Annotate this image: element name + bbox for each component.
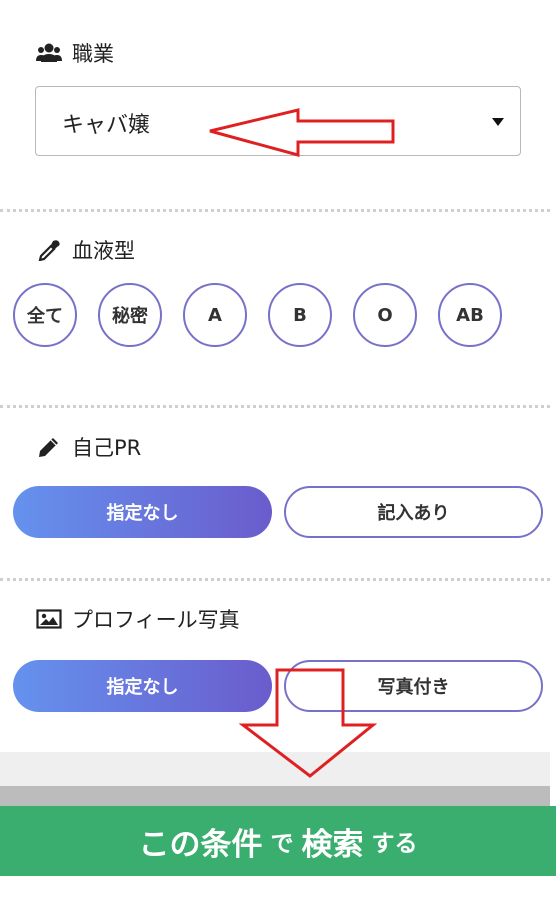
profile-photo-label: プロフィール写真	[72, 608, 240, 632]
search-filter-panel: 職業 キャバ嬢 血液型 全て 秘密 A B O AB 自己PR 指定なし 記入あ…	[0, 0, 550, 752]
profile-photo-option-any[interactable]: 指定なし	[13, 660, 272, 712]
blood-type-heading: 血液型	[36, 235, 135, 265]
footer-spacer	[0, 752, 550, 786]
search-button-text-2: で	[270, 831, 294, 857]
blood-type-option-ab[interactable]: AB	[438, 283, 502, 347]
profile-photo-heading: プロフィール写真	[36, 604, 240, 634]
self-pr-option-written[interactable]: 記入あり	[284, 486, 543, 538]
occupation-select[interactable]: キャバ嬢	[35, 86, 521, 156]
pencil-icon	[39, 438, 58, 457]
bottom-area	[0, 876, 556, 902]
occupation-selected-value: キャバ嬢	[62, 113, 151, 138]
divider	[0, 209, 550, 212]
dropper-icon	[38, 240, 60, 261]
blood-type-option-b[interactable]: B	[268, 283, 332, 347]
occupation-label: 職業	[72, 42, 114, 66]
divider	[0, 578, 550, 581]
blood-type-option-all[interactable]: 全て	[13, 283, 77, 347]
self-pr-label: 自己PR	[72, 436, 142, 460]
divider	[0, 405, 550, 408]
blood-type-option-o[interactable]: O	[353, 283, 417, 347]
blood-type-option-secret[interactable]: 秘密	[98, 283, 162, 347]
self-pr-heading: 自己PR	[36, 432, 141, 462]
page-edge	[550, 0, 556, 902]
search-button-text-1: この条件	[138, 826, 263, 863]
blood-type-option-a[interactable]: A	[183, 283, 247, 347]
footer-divider	[0, 786, 556, 806]
search-button-text-4: する	[371, 831, 418, 857]
occupation-heading: 職業	[36, 38, 114, 68]
users-icon	[36, 43, 62, 62]
search-button-text-3: 検索	[301, 826, 364, 863]
image-icon	[36, 609, 62, 629]
search-button[interactable]: この条件 で 検索 する	[0, 806, 556, 876]
self-pr-option-any[interactable]: 指定なし	[13, 486, 272, 538]
caret-down-icon	[492, 118, 504, 126]
blood-type-label: 血液型	[72, 239, 135, 263]
profile-photo-option-with-photo[interactable]: 写真付き	[284, 660, 543, 712]
